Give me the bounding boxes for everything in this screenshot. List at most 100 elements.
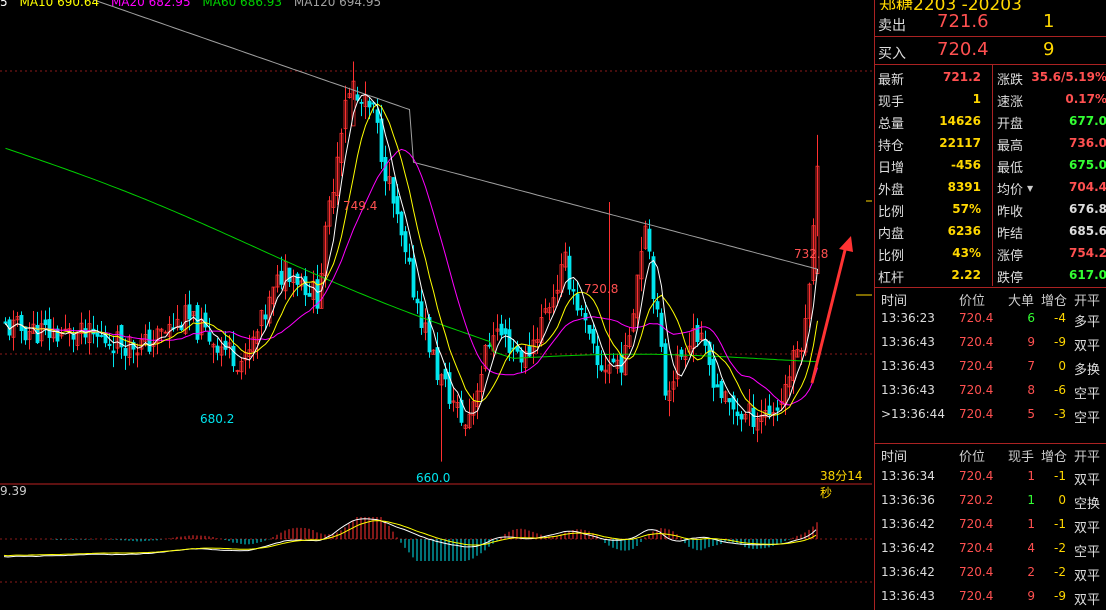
quote-panel: 郑糖2203 -20203 卖出 721.6 1 买入 720.4 9 最新 72… <box>874 0 1106 610</box>
row-time: 13:36:43 <box>881 335 935 349</box>
candle-body <box>663 343 668 396</box>
arrow-shaft <box>810 245 848 384</box>
candle-body <box>375 109 380 123</box>
candle-body <box>719 380 724 399</box>
stat-row: 杠杆 2.22 跌停 617.0 <box>875 265 1106 287</box>
table-row[interactable]: 13:36:36 720.2 1 0 空换 <box>875 489 1106 513</box>
candle-body <box>647 228 652 252</box>
last-high-label: 732.8 <box>794 247 829 261</box>
row-oi-change: -9 <box>1054 335 1066 349</box>
ask-price: 721.6 <box>937 11 989 32</box>
kline-chart[interactable]: 5 MA10 690.64 MA20 682.95 MA60 686.93 MA… <box>0 0 872 610</box>
row-price: 720.4 <box>959 469 994 483</box>
candle-body <box>359 101 364 104</box>
row-trade-type: 空平 <box>1074 411 1101 426</box>
candle-body <box>579 308 584 311</box>
ask-row: 卖出 721.6 1 <box>875 11 1106 35</box>
candle-body <box>295 273 300 285</box>
row-oi-change: -3 <box>1054 407 1066 421</box>
row-oi-change: -1 <box>1054 469 1066 483</box>
stat-value: 14626 <box>939 114 981 128</box>
table-row[interactable]: 13:36:42 720.4 1 -1 双平 <box>875 513 1106 537</box>
candle-body <box>527 346 532 357</box>
row-price: 720.4 <box>959 407 994 421</box>
table-row[interactable]: >13:36:44 720.4 5 -3 空平 <box>875 403 1106 427</box>
ma120-line <box>92 0 818 270</box>
stat-row: 比例 43% 涨停 754.2 <box>875 243 1106 265</box>
row-volume: 2 <box>1027 565 1035 579</box>
candle-body <box>411 258 416 298</box>
candle-body <box>611 358 616 363</box>
row-time: 13:36:36 <box>881 493 935 507</box>
kline-canvas[interactable] <box>0 0 872 610</box>
stat-label: 最低 <box>997 161 1024 176</box>
row-time: 13:36:23 <box>881 311 935 325</box>
candle-body <box>571 289 576 292</box>
candle-body <box>515 346 520 352</box>
stat-label: 杠杆 <box>878 271 905 286</box>
stat-value: 704.4 <box>1069 180 1106 194</box>
candle-body <box>403 231 408 253</box>
candle-body <box>395 196 400 215</box>
stat-value: 754.2 <box>1069 246 1106 260</box>
candle-body <box>207 332 212 342</box>
candle-body <box>43 319 48 326</box>
candle-body <box>655 301 660 310</box>
row-volume: 1 <box>1027 493 1035 507</box>
stat-label: 内盘 <box>878 227 905 242</box>
ma120-legend: MA120 694.95 <box>293 0 382 9</box>
stat-row: 内盘 6236 昨结 685.6 <box>875 221 1106 243</box>
ma20-legend: MA20 682.95 <box>110 0 191 9</box>
candle-body <box>575 293 580 311</box>
row-time: >13:36:44 <box>881 407 945 421</box>
stat-label: 最高 <box>997 139 1024 154</box>
candle-body <box>735 411 740 417</box>
row-oi-change: -4 <box>1054 311 1066 325</box>
divider <box>875 36 1106 37</box>
arrow-head <box>839 236 853 252</box>
table-row[interactable]: 13:36:43 720.4 7 0 多换 <box>875 355 1106 379</box>
row-trade-type: 空平 <box>1074 545 1101 560</box>
table-row[interactable]: 13:36:42 720.4 4 -2 空平 <box>875 537 1106 561</box>
row-trade-type: 空换 <box>1074 497 1101 512</box>
candle-body <box>391 177 396 204</box>
candle-body <box>307 293 312 297</box>
ma10-line <box>5 103 818 416</box>
ma-legend: 5 MA10 690.64 MA20 682.95 MA60 686.93 MA… <box>0 0 389 9</box>
candle-body <box>19 314 24 332</box>
row-price: 720.4 <box>959 517 994 531</box>
candle-body <box>111 350 116 354</box>
table-row[interactable]: 13:36:43 720.4 9 -9 双平 <box>875 585 1106 609</box>
stat-row: 外盘 8391 均价 704.4 <box>875 177 1106 199</box>
stat-label: 涨跌 <box>997 73 1024 88</box>
candle-body <box>583 313 588 321</box>
table-row[interactable]: 13:36:42 720.4 2 -2 双平 <box>875 561 1106 585</box>
candle-body <box>503 328 508 335</box>
row-time: 13:36:42 <box>881 517 935 531</box>
stat-label: 现手 <box>878 95 905 110</box>
high-price-label: 749.4 <box>343 199 378 213</box>
row-trade-type: 多换 <box>1074 363 1101 378</box>
ma10-legend: MA10 690.64 <box>19 0 100 9</box>
stat-row: 日增 -456 最低 675.0 <box>875 155 1106 177</box>
row-price: 720.4 <box>959 565 994 579</box>
candle-body <box>767 405 772 416</box>
table-row[interactable]: 13:36:43 720.4 9 -9 双平 <box>875 331 1106 355</box>
candle-body <box>591 328 596 344</box>
table-row[interactable]: 13:36:34 720.4 1 -1 双平 <box>875 465 1106 489</box>
stat-value: 57% <box>952 202 981 216</box>
row-price: 720.4 <box>959 589 994 603</box>
stat-label: 开盘 <box>997 117 1024 132</box>
row-time: 13:36:43 <box>881 589 935 603</box>
table-row[interactable]: 13:36:23 720.4 6 -4 多平 <box>875 307 1106 331</box>
candle-body <box>379 118 384 162</box>
stat-label: 涨停 <box>997 249 1024 264</box>
row-volume: 1 <box>1027 517 1035 531</box>
chevron-down-icon[interactable]: ▼ <box>1027 184 1033 193</box>
stat-value: 675.0 <box>1069 158 1106 172</box>
row-oi-change: -9 <box>1054 589 1066 603</box>
candle-body <box>263 314 268 320</box>
table-row[interactable]: 13:36:43 720.4 8 -6 空平 <box>875 379 1106 403</box>
row-oi-change: -1 <box>1054 517 1066 531</box>
col-time: 时间 <box>881 450 908 465</box>
